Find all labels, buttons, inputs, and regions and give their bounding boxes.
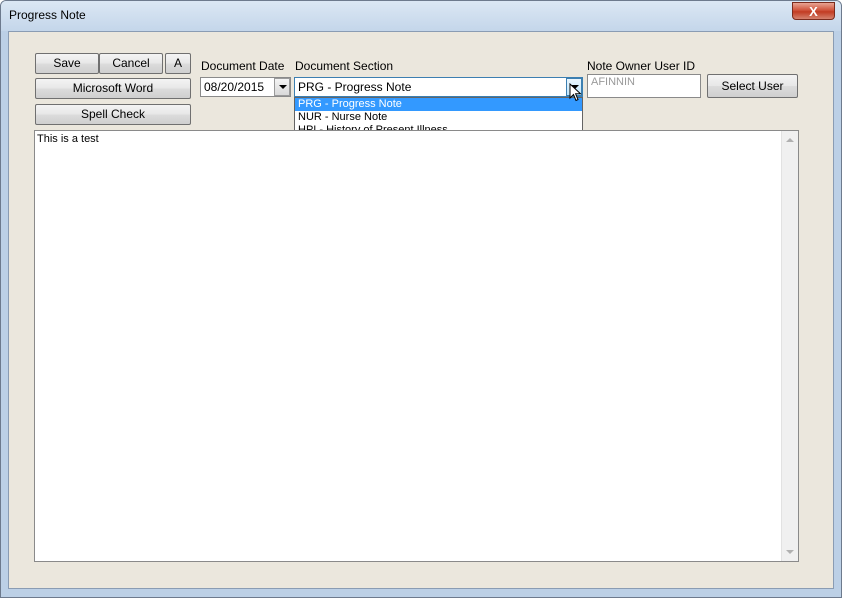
- select-user-button-label: Select User: [721, 79, 784, 93]
- select-user-button[interactable]: Select User: [707, 74, 798, 98]
- note-text: This is a test: [37, 133, 99, 145]
- progress-note-window: Progress Note X Save Cancel A Microsoft …: [0, 0, 842, 598]
- date-dropdown-icon[interactable]: [274, 78, 290, 96]
- note-owner-label: Note Owner User ID: [587, 59, 696, 73]
- section-option[interactable]: PRG - Progress Note: [295, 98, 582, 111]
- spell-check-button-label: Spell Check: [80, 107, 146, 121]
- note-scrollbar[interactable]: [781, 131, 798, 561]
- microsoft-word-button-label: Microsoft Word: [72, 81, 154, 95]
- title-bar[interactable]: Progress Note X: [1, 1, 841, 31]
- document-date-label: Document Date: [201, 59, 285, 73]
- mouse-cursor-icon: [569, 83, 582, 102]
- note-text-area[interactable]: This is a test: [34, 130, 799, 562]
- spell-check-button[interactable]: Spell Check: [35, 104, 191, 125]
- a-button[interactable]: A: [165, 53, 191, 74]
- cancel-button-label: Cancel: [112, 56, 150, 70]
- a-button-label: A: [173, 56, 182, 70]
- cancel-button[interactable]: Cancel: [99, 53, 163, 74]
- save-button-label: Save: [53, 56, 81, 70]
- note-owner-field[interactable]: AFINNIN: [587, 74, 701, 98]
- scroll-down-icon[interactable]: [786, 550, 794, 554]
- document-section-value: PRG - Progress Note: [298, 80, 412, 94]
- document-section-label: Document Section: [295, 59, 394, 73]
- document-date-value: 08/20/2015: [204, 80, 265, 94]
- document-section-select[interactable]: PRG - Progress Note: [294, 77, 583, 97]
- section-option[interactable]: NUR - Nurse Note: [295, 111, 582, 124]
- scroll-up-icon[interactable]: [786, 138, 794, 142]
- microsoft-word-button[interactable]: Microsoft Word: [35, 78, 191, 99]
- window-title: Progress Note: [9, 8, 86, 22]
- save-button[interactable]: Save: [35, 53, 99, 74]
- close-button[interactable]: X: [792, 2, 835, 20]
- note-owner-value: AFINNIN: [591, 76, 635, 88]
